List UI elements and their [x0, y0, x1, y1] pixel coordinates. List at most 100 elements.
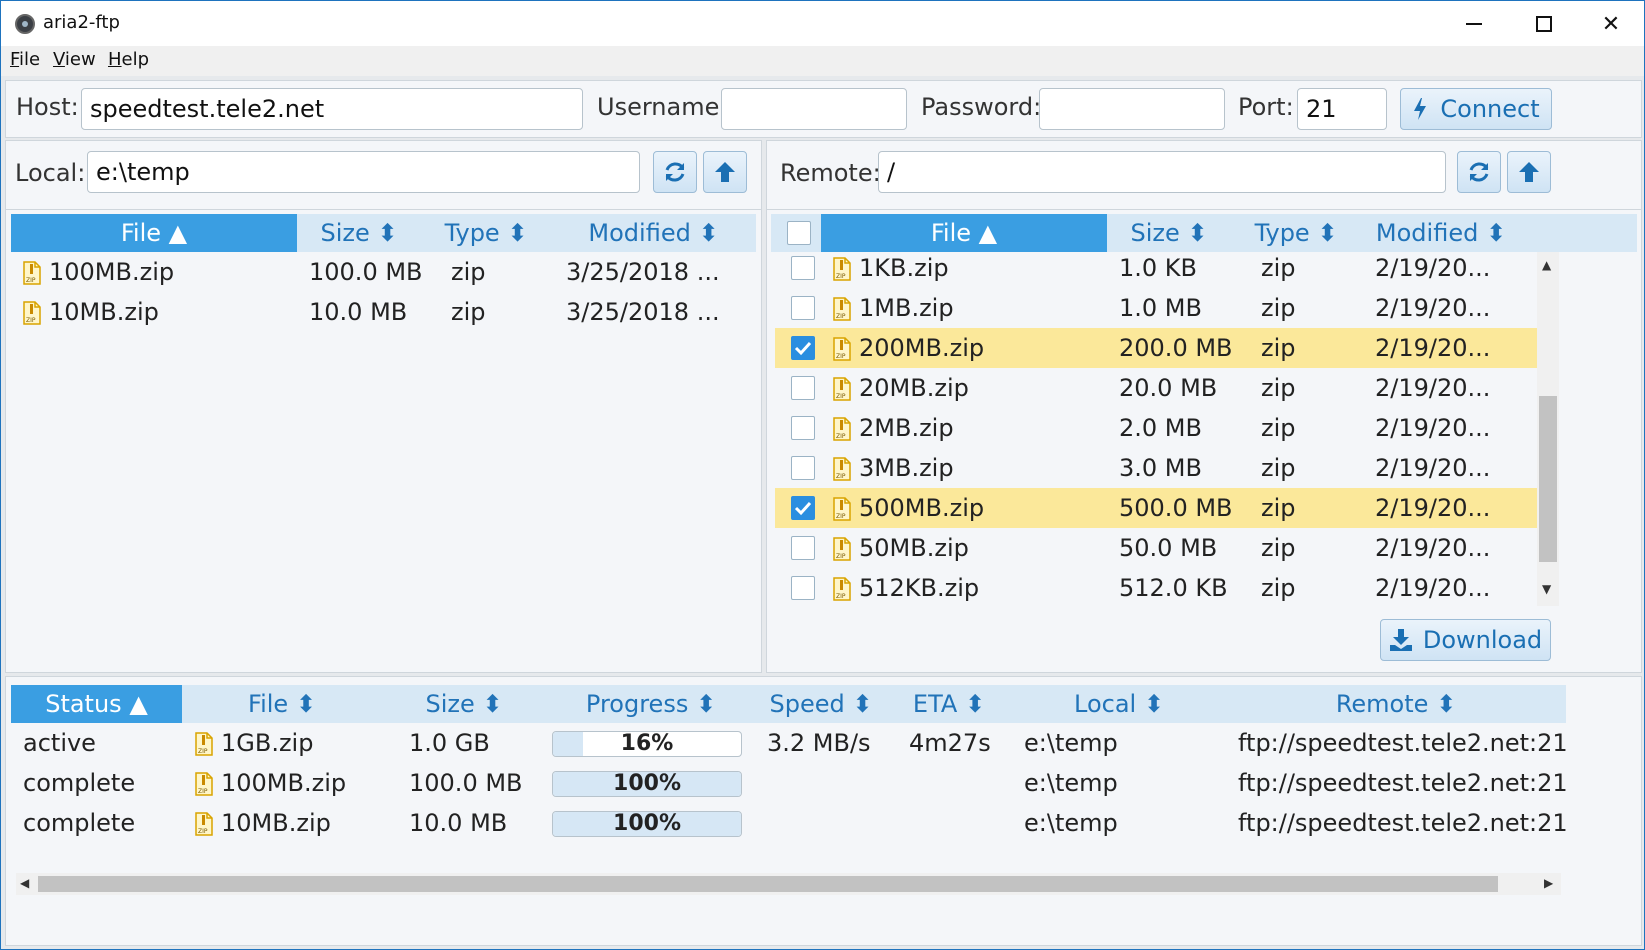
row-checkbox[interactable]: [791, 376, 815, 400]
local-col-type[interactable]: Type ⬍: [421, 214, 551, 252]
row-checkbox[interactable]: [791, 256, 815, 280]
scroll-up-icon[interactable]: ▲: [1542, 258, 1551, 272]
menu-file[interactable]: File: [10, 49, 40, 70]
sort-icon: ⬍: [482, 690, 503, 718]
file-name: 20MB.zip: [859, 374, 969, 402]
remote-col-size[interactable]: Size ⬍: [1107, 214, 1231, 252]
local-up-button[interactable]: [703, 151, 747, 193]
file-modified: 2/19/20...: [1375, 374, 1491, 402]
remote-file-row[interactable]: ZIP 20MB.zip 20.0 MB zip 2/19/20...: [775, 368, 1537, 408]
zip-file-icon: ZIP: [833, 457, 851, 481]
password-label: Password:: [921, 93, 1042, 121]
bolt-icon: [1414, 98, 1427, 120]
remote-col-file[interactable]: File ▲: [821, 214, 1107, 252]
transfer-size: 1.0 GB: [409, 729, 490, 757]
row-checkbox[interactable]: [791, 336, 815, 360]
row-checkbox[interactable]: [791, 456, 815, 480]
minimize-button[interactable]: [1439, 1, 1509, 47]
local-path-input[interactable]: e:\temp: [87, 151, 640, 193]
svg-text:ZIP: ZIP: [836, 433, 846, 440]
menu-help[interactable]: Help: [108, 49, 149, 70]
transfer-speed: [767, 803, 887, 843]
scroll-left-icon[interactable]: ◀: [20, 876, 29, 890]
transfers-col-remote[interactable]: Remote ⬍: [1226, 685, 1566, 723]
row-checkbox[interactable]: [791, 536, 815, 560]
transfer-status: complete: [23, 769, 136, 797]
remote-file-row[interactable]: ZIP 2MB.zip 2.0 MB zip 2/19/20...: [775, 408, 1537, 448]
local-table-frame: File ▲ Size ⬍ Type ⬍ Modified ⬍ ZIP 100MB…: [6, 209, 761, 672]
username-input[interactable]: [721, 88, 907, 130]
file-type: zip: [1261, 534, 1296, 562]
remote-file-row[interactable]: ZIP 200MB.zip 200.0 MB zip 2/19/20...: [775, 328, 1537, 368]
transfers-col-status[interactable]: Status ▲: [11, 685, 182, 723]
zip-file-icon: ZIP: [23, 301, 41, 325]
row-checkbox[interactable]: [791, 496, 815, 520]
transfers-col-file[interactable]: File ⬍: [182, 685, 382, 723]
row-checkbox[interactable]: [791, 576, 815, 600]
file-name: 2MB.zip: [859, 414, 954, 442]
remote-refresh-button[interactable]: [1457, 151, 1501, 193]
local-label: Local:: [15, 159, 86, 187]
arrow-up-icon: [715, 162, 735, 182]
file-size: 50.0 MB: [1119, 534, 1218, 562]
port-label: Port:: [1238, 93, 1294, 121]
svg-text:ZIP: ZIP: [198, 788, 208, 795]
transfers-col-progress[interactable]: Progress ⬍: [546, 685, 756, 723]
close-icon: ✕: [1601, 11, 1621, 37]
local-col-file[interactable]: File ▲: [11, 214, 297, 252]
remote-file-row[interactable]: ZIP 1MB.zip 1.0 MB zip 2/19/20...: [775, 288, 1537, 328]
select-all-checkbox[interactable]: [787, 221, 811, 245]
remote-up-button[interactable]: [1507, 151, 1551, 193]
local-col-modified[interactable]: Modified ⬍: [551, 214, 756, 252]
file-name: 1KB.zip: [859, 254, 949, 282]
remote-col-modified[interactable]: Modified ⬍: [1361, 214, 1521, 252]
menu-view[interactable]: View: [53, 49, 96, 70]
remote-scrollbar[interactable]: ▲ ▼: [1537, 252, 1559, 606]
file-size: 200.0 MB: [1119, 334, 1233, 362]
transfers-col-eta[interactable]: ETA ⬍: [886, 685, 1012, 723]
sort-icon: ⬍: [695, 690, 717, 718]
remote-file-row[interactable]: ZIP 50MB.zip 50.0 MB zip 2/19/20...: [775, 528, 1537, 568]
remote-file-row[interactable]: ZIP 500MB.zip 500.0 MB zip 2/19/20...: [775, 488, 1537, 528]
transfers-h-scrollbar[interactable]: ◀ ▶: [16, 873, 1561, 895]
row-checkbox[interactable]: [791, 296, 815, 320]
port-input[interactable]: 21: [1297, 88, 1387, 130]
file-type: zip: [451, 258, 486, 286]
connect-button[interactable]: Connect: [1400, 88, 1552, 130]
transfers-col-local[interactable]: Local ⬍: [1012, 685, 1226, 723]
host-input[interactable]: speedtest.tele2.net: [81, 88, 583, 130]
transfer-row[interactable]: active ZIP 1GB.zip 1.0 GB 16% 3.2 MB/s 4m27s e:…: [11, 723, 1566, 763]
transfer-local: e:\temp: [1024, 729, 1118, 757]
download-button[interactable]: Download: [1380, 619, 1551, 661]
transfers-scrollbar-thumb[interactable]: [38, 876, 1498, 892]
sort-icon: ⬍: [1436, 690, 1457, 718]
remote-scrollbar-thumb[interactable]: [1539, 396, 1557, 562]
local-file-row[interactable]: ZIP 10MB.zip 10.0 MB zip 3/25/2018 ...: [11, 292, 756, 332]
caret-up-icon: ▲: [978, 219, 998, 247]
remote-file-row[interactable]: ZIP 1KB.zip 1.0 KB zip 2/19/20...: [775, 248, 1537, 288]
transfer-progress-bar: 16%: [552, 731, 742, 757]
close-button[interactable]: ✕: [1576, 1, 1645, 47]
remote-file-row[interactable]: ZIP 512KB.zip 512.0 KB zip 2/19/20...: [775, 568, 1537, 606]
maximize-button[interactable]: [1509, 1, 1579, 47]
scroll-right-icon[interactable]: ▶: [1544, 876, 1553, 890]
scroll-down-icon[interactable]: ▼: [1542, 582, 1551, 596]
svg-text:ZIP: ZIP: [836, 593, 846, 600]
transfer-status: active: [23, 729, 96, 757]
file-type: zip: [1261, 254, 1296, 282]
remote-file-row[interactable]: ZIP 3MB.zip 3.0 MB zip 2/19/20...: [775, 448, 1537, 488]
local-file-row[interactable]: ZIP 100MB.zip 100.0 MB zip 3/25/2018 ...: [11, 252, 756, 292]
sort-icon: ⬍: [507, 219, 528, 247]
remote-col-type[interactable]: Type ⬍: [1231, 214, 1361, 252]
local-col-size[interactable]: Size ⬍: [297, 214, 421, 252]
remote-path-input[interactable]: /: [878, 151, 1446, 193]
file-size: 3.0 MB: [1119, 454, 1202, 482]
transfers-col-speed[interactable]: Speed ⬍: [756, 685, 886, 723]
transfer-row[interactable]: complete ZIP 10MB.zip 10.0 MB 100% e:\temp ftp…: [11, 803, 1566, 843]
transfer-row[interactable]: complete ZIP 100MB.zip 100.0 MB 100% e:\temp f…: [11, 763, 1566, 803]
password-input[interactable]: [1039, 88, 1225, 130]
row-checkbox[interactable]: [791, 416, 815, 440]
transfers-col-size[interactable]: Size ⬍: [382, 685, 546, 723]
remote-label: Remote:: [780, 159, 881, 187]
local-refresh-button[interactable]: [653, 151, 697, 193]
